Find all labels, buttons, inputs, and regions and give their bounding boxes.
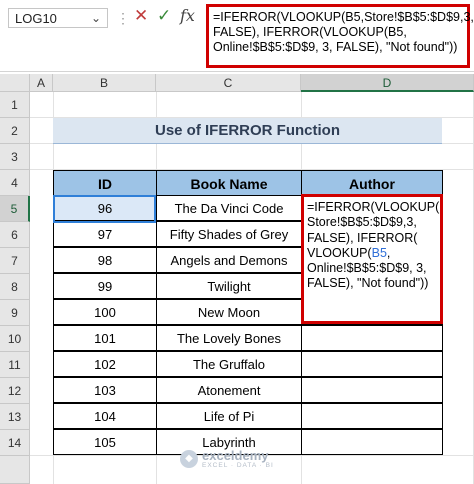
watermark-tagline: EXCEL · DATA · BI xyxy=(202,462,274,469)
name-box[interactable]: LOG10 ⌄ xyxy=(8,8,108,28)
row-header-13[interactable]: 13 xyxy=(0,404,30,430)
book-cell[interactable]: The Lovely Bones xyxy=(156,325,302,351)
column-header-b[interactable]: B xyxy=(53,74,156,92)
book-cell[interactable]: Angels and Demons xyxy=(156,247,302,273)
row-header-1[interactable]: 1 xyxy=(0,92,30,118)
book-cell[interactable]: The Da Vinci Code xyxy=(156,195,302,221)
id-cell[interactable]: 100 xyxy=(53,299,157,325)
formula-reference: B5 xyxy=(371,245,387,260)
book-cell[interactable]: Life of Pi xyxy=(156,403,302,429)
table-header-book-name[interactable]: Book Name xyxy=(156,170,302,196)
watermark-name: exceldemy xyxy=(202,448,269,463)
row-header-9[interactable]: 9 xyxy=(0,300,30,326)
column-header-c[interactable]: C xyxy=(156,74,301,92)
row-header-4[interactable]: 4 xyxy=(0,170,30,196)
id-cell[interactable]: 104 xyxy=(53,403,157,429)
row-header-15[interactable] xyxy=(0,456,30,484)
row-header-10[interactable]: 10 xyxy=(0,326,30,352)
author-cell[interactable] xyxy=(301,351,443,377)
formula-text: =IFERROR(VLOOKUP( xyxy=(307,200,440,214)
formula-bar-separator-icon: ⋮ xyxy=(116,10,130,26)
book-cell[interactable]: Twilight xyxy=(156,273,302,299)
row-header-14[interactable]: 14 xyxy=(0,430,30,456)
id-cell[interactable]: 97 xyxy=(53,221,157,247)
chevron-down-icon[interactable]: ⌄ xyxy=(91,11,101,25)
id-cell[interactable]: 98 xyxy=(53,247,157,273)
column-header-a[interactable]: A xyxy=(30,74,53,92)
insert-function-icon[interactable]: fx xyxy=(180,6,195,25)
row-header-6[interactable]: 6 xyxy=(0,222,30,248)
row-header-2[interactable]: 2 xyxy=(0,118,30,144)
select-all-corner[interactable] xyxy=(0,74,30,92)
book-cell[interactable]: Fifty Shades of Grey xyxy=(156,221,302,247)
formula-input[interactable]: =IFERROR(VLOOKUP(B5,Store!$B$5:$D$9,3, F… xyxy=(206,4,474,68)
row-header-11[interactable]: 11 xyxy=(0,352,30,378)
formula-bar: LOG10 ⌄ ⋮ ✕ ✓ fx =IFERROR(VLOOKUP(B5,Sto… xyxy=(0,0,474,72)
id-cell[interactable]: 105 xyxy=(53,429,157,455)
row-header-12[interactable]: 12 xyxy=(0,378,30,404)
id-cell[interactable]: 101 xyxy=(53,325,157,351)
table-header-author[interactable]: Author xyxy=(301,170,443,196)
sheet-title: Use of IFERROR Function xyxy=(53,118,442,144)
watermark: ◆ exceldemy EXCEL · DATA · BI xyxy=(180,448,330,472)
book-cell[interactable]: New Moon xyxy=(156,299,302,325)
row-header-7[interactable]: 7 xyxy=(0,248,30,274)
author-cell[interactable] xyxy=(301,377,443,403)
author-cell[interactable] xyxy=(301,325,443,351)
table-header-id[interactable]: ID xyxy=(53,170,157,196)
book-cell[interactable]: The Gruffalo xyxy=(156,351,302,377)
id-cell[interactable]: 102 xyxy=(53,351,157,377)
name-box-value: LOG10 xyxy=(15,11,57,26)
id-cell[interactable]: 99 xyxy=(53,273,157,299)
active-cell-outline xyxy=(53,195,156,223)
exceldemy-logo-icon: ◆ xyxy=(180,450,198,468)
cell-d5-formula-edit[interactable]: =IFERROR(VLOOKUP(B5, Store!$B$5:$D$9,3, … xyxy=(301,194,443,324)
column-header-d[interactable]: D xyxy=(301,74,474,92)
row-header-8[interactable]: 8 xyxy=(0,274,30,300)
row-header-3[interactable]: 3 xyxy=(0,144,30,170)
cancel-icon[interactable]: ✕ xyxy=(134,6,148,26)
formula-reference: B5 xyxy=(439,200,440,214)
book-cell[interactable]: Atonement xyxy=(156,377,302,403)
id-cell[interactable]: 103 xyxy=(53,377,157,403)
author-cell[interactable] xyxy=(301,403,443,429)
enter-check-icon[interactable]: ✓ xyxy=(157,6,171,26)
row-header-5[interactable]: 5 xyxy=(0,196,30,222)
